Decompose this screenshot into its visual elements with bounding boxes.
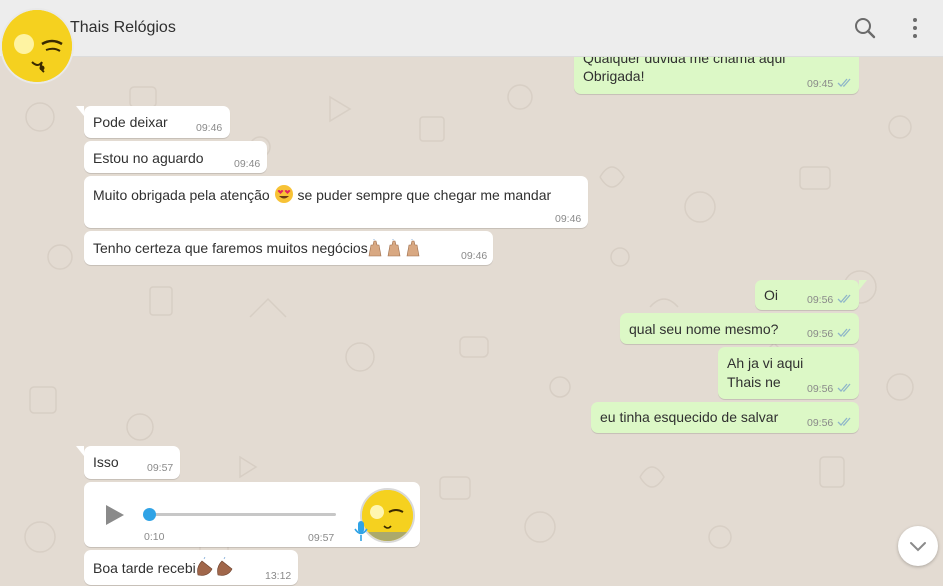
message-time: 09:46 (234, 158, 261, 170)
message-bubble-outgoing[interactable]: eu tinha esquecido de salvar 09:56 (591, 402, 859, 433)
read-receipt-icon (837, 328, 853, 341)
message-time: 09:46 (555, 213, 582, 225)
microphone-icon (354, 520, 368, 545)
message-text: Obrigada! (583, 68, 645, 84)
message-time: 09:56 (807, 383, 834, 395)
message-text: Oi (764, 287, 778, 303)
message-text: Estou no aguardo (93, 150, 204, 166)
message-text: se puder sempre que chegar me mandar (297, 187, 552, 203)
message-time: 13:12 (265, 570, 292, 582)
message-time: 09:56 (807, 294, 834, 306)
message-bubble-incoming[interactable]: Muito obrigada pela atenção se puder sem… (84, 176, 588, 228)
message-time: 09:45 (807, 78, 834, 90)
sender-avatar (360, 488, 415, 543)
message-text: Pode deixar (93, 114, 168, 130)
message-text: Ah ja vi aqui (727, 355, 804, 371)
clapping-hands-emoji-icon (196, 556, 236, 582)
message-bubble-incoming[interactable]: Tenho certeza que faremos muitos negócio… (84, 231, 493, 265)
message-text: Muito obrigada pela atenção (93, 187, 270, 203)
play-icon[interactable] (104, 503, 126, 530)
read-receipt-icon (837, 417, 853, 430)
audio-duration: 0:10 (144, 531, 165, 543)
message-bubble-outgoing[interactable]: Ah ja vi aqui Thais ne 09:56 (718, 347, 859, 399)
message-time: 09:56 (807, 417, 834, 429)
message-bubble-outgoing[interactable]: Oi 09:56 (755, 280, 867, 310)
contact-avatar[interactable] (0, 8, 74, 84)
message-time: 09:57 (147, 462, 174, 474)
message-time: 09:46 (196, 122, 223, 134)
message-time: 09:56 (807, 328, 834, 340)
message-bubble-outgoing[interactable]: qual seu nome mesmo? 09:56 (620, 313, 859, 344)
message-bubble-incoming[interactable]: Pode deixar 09:46 (76, 106, 230, 138)
message-text: Boa tarde recebi (93, 560, 196, 576)
message-bubble-incoming[interactable]: Isso 09:57 (76, 446, 180, 479)
message-text: Tenho certeza que faremos muitos negócio… (93, 240, 368, 256)
message-text: eu tinha esquecido de salvar (600, 409, 779, 425)
chat-header: Thais Relógios (0, 0, 943, 57)
message-text: Thais ne (727, 374, 781, 390)
raising-hands-emoji-icon (368, 239, 426, 262)
message-time: 09:46 (461, 250, 488, 262)
audio-progress-thumb[interactable] (143, 508, 156, 521)
read-receipt-icon (837, 383, 853, 396)
message-bubble-incoming[interactable]: Boa tarde recebi 13:12 (84, 550, 298, 585)
chat-area[interactable]: Qualquer duvida me chama aqui Obrigada! … (0, 57, 943, 586)
heart-eyes-emoji-icon (274, 184, 294, 209)
message-bubble-outgoing[interactable]: Qualquer duvida me chama aqui Obrigada! … (574, 57, 859, 94)
contact-name[interactable]: Thais Relógios (70, 19, 176, 37)
read-receipt-icon (837, 78, 853, 91)
scroll-to-bottom-button[interactable] (898, 526, 938, 566)
search-icon[interactable] (851, 14, 879, 42)
menu-icon[interactable] (901, 14, 929, 42)
audio-progress-track[interactable] (148, 513, 336, 516)
read-receipt-icon (837, 294, 853, 307)
voice-message-bubble[interactable]: 0:10 09:57 (84, 482, 420, 547)
chevron-down-icon (910, 542, 926, 552)
message-bubble-incoming[interactable]: Estou no aguardo 09:46 (84, 141, 267, 173)
message-text: qual seu nome mesmo? (629, 321, 779, 337)
message-text: Isso (93, 454, 119, 470)
message-time: 09:57 (308, 532, 335, 544)
